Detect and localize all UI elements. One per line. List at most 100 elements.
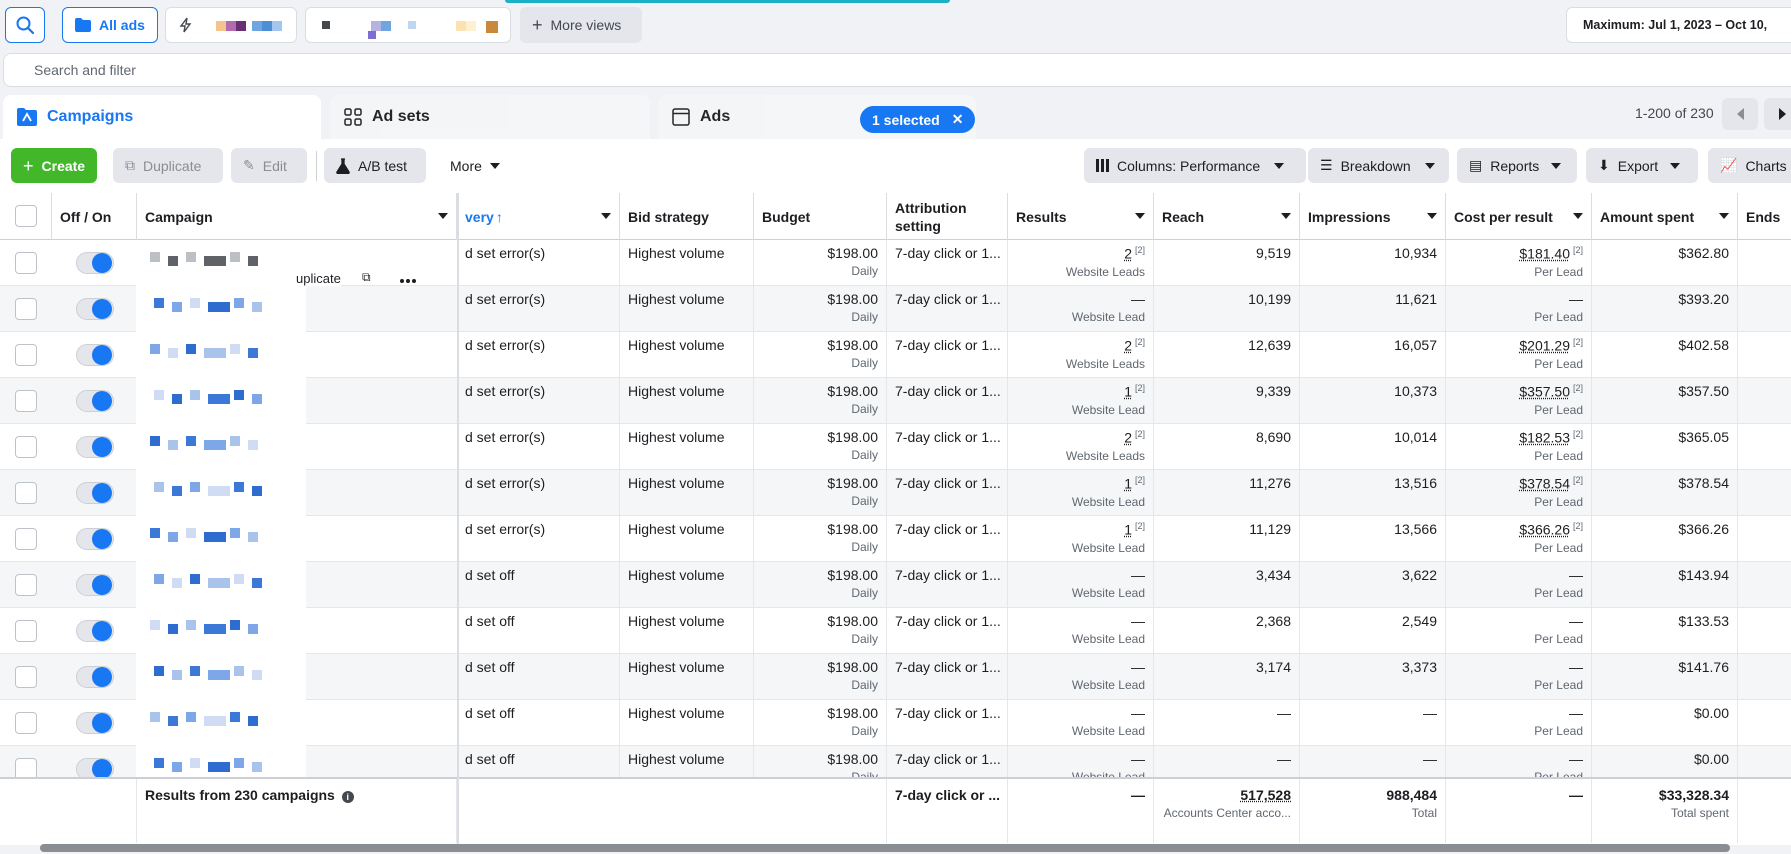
- row-checkbox[interactable]: [15, 574, 37, 596]
- cell-value: $141.76: [1678, 659, 1729, 675]
- redaction-pixel: [230, 712, 240, 722]
- cell-bid: Highest volume: [620, 608, 754, 654]
- edit-button[interactable]: ✎ Edit: [231, 148, 307, 183]
- cell-value: $198.00: [827, 567, 878, 583]
- saved-view-1[interactable]: [165, 7, 297, 43]
- cell-bid: Highest volume: [620, 562, 754, 608]
- open-external-icon[interactable]: ⧉: [362, 270, 371, 285]
- more-actions-button[interactable]: More: [438, 148, 512, 183]
- cell-value: —: [1131, 567, 1145, 583]
- create-button[interactable]: + Create: [11, 148, 97, 183]
- more-options-icon[interactable]: [400, 279, 418, 283]
- cell-value: 7-day click or 1...: [895, 429, 1001, 445]
- selected-filter-pill[interactable]: 1 selected ✕: [860, 106, 975, 133]
- export-button[interactable]: ⬇ Export: [1586, 148, 1698, 183]
- campaign-toggle[interactable]: [76, 528, 114, 550]
- cell-subtext: Website Lead: [1016, 632, 1145, 646]
- cell-value: —: [1131, 751, 1145, 767]
- campaign-toggle[interactable]: [76, 666, 114, 688]
- header-amount-spent[interactable]: Amount spent: [1592, 193, 1738, 240]
- close-icon[interactable]: ✕: [952, 111, 964, 128]
- duplicate-button[interactable]: ⧉ Duplicate: [113, 148, 223, 183]
- chart-icon: 📈: [1720, 157, 1737, 174]
- tab-campaigns[interactable]: Campaigns: [3, 95, 321, 139]
- columns-button[interactable]: Columns: Performance: [1084, 148, 1306, 183]
- campaign-toggle[interactable]: [76, 620, 114, 642]
- info-icon[interactable]: i: [342, 791, 354, 803]
- cell-subtext: Daily: [762, 724, 878, 738]
- toggle-knob: [92, 299, 112, 319]
- reports-button[interactable]: ▤ Reports: [1457, 148, 1577, 183]
- row-checkbox[interactable]: [15, 344, 37, 366]
- footer-label: Results from 230 campaigns: [145, 787, 335, 803]
- row-checkbox[interactable]: [15, 252, 37, 274]
- row-duplicate-action[interactable]: uplicate: [296, 271, 341, 286]
- campaign-toggle[interactable]: [76, 436, 114, 458]
- tab-ad-sets[interactable]: Ad sets: [330, 95, 650, 139]
- search-input[interactable]: Search and filter: [34, 62, 136, 78]
- campaign-toggle[interactable]: [76, 482, 114, 504]
- row-checkbox[interactable]: [15, 436, 37, 458]
- cell-subtext: Website Lead: [1016, 310, 1145, 324]
- cell-value: d set off: [465, 659, 515, 675]
- campaign-toggle[interactable]: [76, 344, 114, 366]
- campaign-toggle[interactable]: [76, 712, 114, 734]
- row-checkbox[interactable]: [15, 298, 37, 320]
- cell-value: $198.00: [827, 475, 878, 491]
- breakdown-label: Breakdown: [1341, 158, 1411, 174]
- row-checkbox[interactable]: [15, 390, 37, 412]
- campaign-toggle[interactable]: [76, 758, 114, 777]
- all-ads-button[interactable]: All ads: [62, 7, 158, 43]
- footer-impressions-cell: 988,484 Total: [1300, 779, 1446, 843]
- date-range-picker[interactable]: Maximum: Jul 1, 2023 – Oct 10,: [1566, 7, 1791, 43]
- header-cpr-label: Cost per result: [1454, 209, 1553, 225]
- campaign-toggle[interactable]: [76, 298, 114, 320]
- row-checkbox[interactable]: [15, 528, 37, 550]
- saved-view-2[interactable]: [305, 7, 511, 43]
- header-reach[interactable]: Reach: [1154, 193, 1300, 240]
- previous-page-button[interactable]: [1722, 98, 1758, 130]
- header-attribution[interactable]: Attribution setting: [887, 193, 1008, 240]
- search-and-filter-bar[interactable]: Search and filter: [3, 53, 1791, 87]
- footnote-marker: [2]: [1135, 475, 1145, 485]
- cell-reach: 3,174: [1154, 654, 1300, 700]
- search-toggle-button[interactable]: [5, 7, 45, 43]
- cell-value: —: [1277, 751, 1291, 767]
- horizontal-scrollbar[interactable]: [40, 844, 1730, 852]
- cell-value: Highest volume: [628, 521, 725, 537]
- campaign-toggle[interactable]: [76, 574, 114, 596]
- cell-impressions: 10,014: [1300, 424, 1446, 470]
- cell-results: 1 [2] Website Lead: [1008, 378, 1154, 424]
- cell-reach: 9,339: [1154, 378, 1300, 424]
- cell-budget: $198.00 Daily: [754, 700, 887, 746]
- row-checkbox[interactable]: [15, 482, 37, 504]
- header-results[interactable]: Results: [1008, 193, 1154, 240]
- cell-results: — Website Lead: [1008, 608, 1154, 654]
- cell-value: 2,549: [1402, 613, 1437, 629]
- header-budget[interactable]: Budget: [754, 193, 887, 240]
- header-campaign[interactable]: Campaign: [137, 193, 457, 240]
- header-bid-strategy[interactable]: Bid strategy: [620, 193, 754, 240]
- header-delivery[interactable]: very ↑: [457, 193, 620, 240]
- ab-test-button[interactable]: A/B test: [324, 148, 426, 183]
- breakdown-button[interactable]: ☰ Breakdown: [1308, 148, 1449, 183]
- charts-button[interactable]: 📈 Charts: [1708, 148, 1791, 183]
- header-cost-per-result[interactable]: Cost per result: [1446, 193, 1592, 240]
- campaign-toggle[interactable]: [76, 390, 114, 412]
- row-checkbox[interactable]: [15, 666, 37, 688]
- select-all-checkbox[interactable]: [15, 205, 37, 227]
- cell-delivery: d set error(s): [457, 516, 620, 562]
- more-views-button[interactable]: + More views: [520, 7, 642, 43]
- row-checkbox[interactable]: [15, 758, 37, 777]
- redaction-pixel: [208, 762, 230, 772]
- header-impressions[interactable]: Impressions: [1300, 193, 1446, 240]
- header-impressions-label: Impressions: [1308, 209, 1390, 225]
- cell-value: Highest volume: [628, 337, 725, 353]
- cell-value: —: [1569, 751, 1583, 767]
- header-ends[interactable]: Ends: [1738, 193, 1791, 240]
- row-checkbox[interactable]: [15, 620, 37, 642]
- campaign-toggle[interactable]: [76, 252, 114, 274]
- cell-impressions: 16,057: [1300, 332, 1446, 378]
- next-page-button[interactable]: [1764, 98, 1791, 130]
- row-checkbox[interactable]: [15, 712, 37, 734]
